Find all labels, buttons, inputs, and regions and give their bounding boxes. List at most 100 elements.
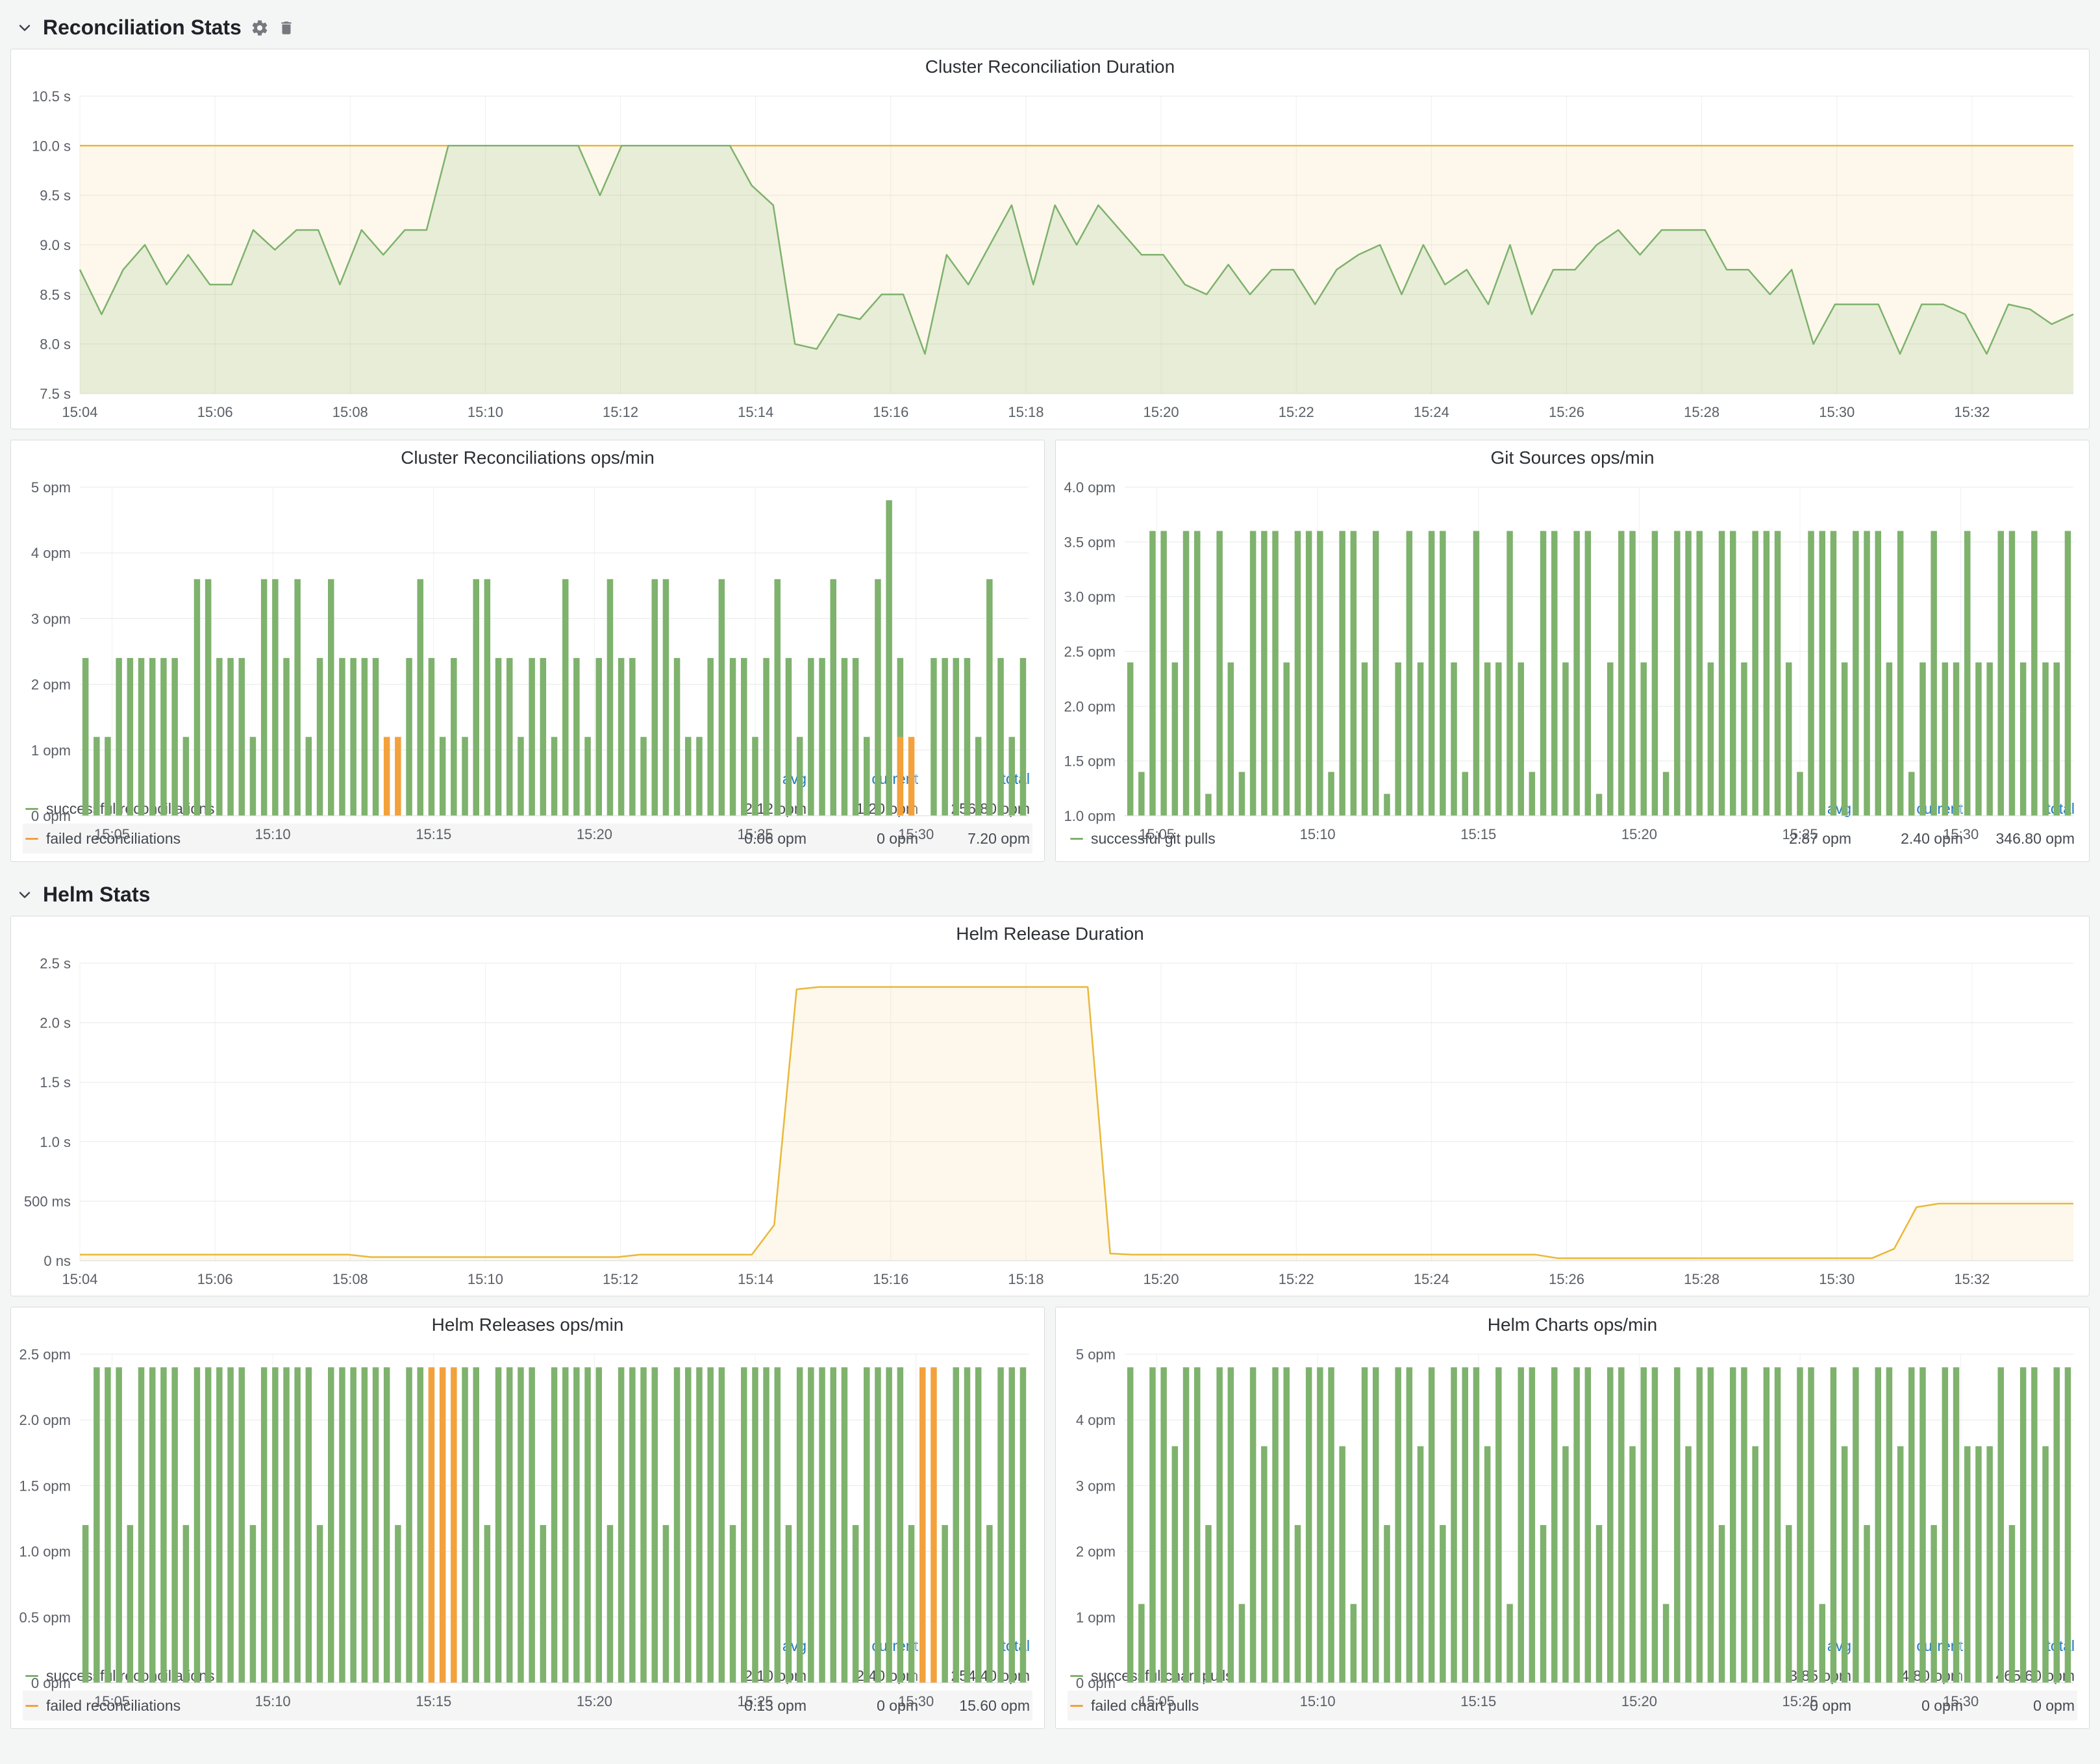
chart-cluster-reconciliations-opm[interactable]: 5 opm4 opm3 opm2 opm1 opm0 opm15:0515:10… [11, 475, 1044, 761]
svg-text:15:06: 15:06 [197, 404, 233, 420]
svg-text:0 ns: 0 ns [44, 1253, 71, 1269]
svg-text:4.0 opm: 4.0 opm [1064, 479, 1116, 496]
panel-title[interactable]: Git Sources ops/min [1056, 440, 2089, 475]
svg-text:4 opm: 4 opm [1076, 1412, 1116, 1428]
svg-text:15:30: 15:30 [1943, 826, 1979, 842]
svg-text:2.5 opm: 2.5 opm [19, 1346, 71, 1363]
svg-text:15:18: 15:18 [1008, 404, 1044, 420]
svg-text:15:06: 15:06 [197, 1271, 233, 1287]
svg-text:1.5 opm: 1.5 opm [1064, 753, 1116, 770]
row-duration: Cluster Reconciliation Duration 10.5 s10… [10, 49, 2090, 429]
svg-text:1 opm: 1 opm [1076, 1609, 1116, 1626]
svg-text:15:26: 15:26 [1549, 404, 1584, 420]
svg-text:2 opm: 2 opm [31, 677, 71, 693]
svg-text:15:30: 15:30 [1819, 404, 1855, 420]
svg-text:0 opm: 0 opm [31, 1675, 71, 1691]
svg-text:15:05: 15:05 [1139, 826, 1175, 842]
svg-text:15:05: 15:05 [94, 826, 130, 842]
svg-text:15:05: 15:05 [94, 1693, 130, 1709]
panel-cluster-reconciliation-duration: Cluster Reconciliation Duration 10.5 s10… [10, 49, 2090, 429]
svg-text:1.5 opm: 1.5 opm [19, 1478, 71, 1494]
panel-title[interactable]: Cluster Reconciliation Duration [11, 49, 2089, 84]
svg-text:0 opm: 0 opm [31, 808, 71, 824]
gear-icon[interactable] [251, 19, 269, 37]
svg-text:15:25: 15:25 [1782, 826, 1818, 842]
svg-text:7.5 s: 7.5 s [40, 386, 71, 402]
svg-text:15:24: 15:24 [1414, 404, 1449, 420]
svg-text:15:18: 15:18 [1008, 1271, 1044, 1287]
svg-text:0 opm: 0 opm [1076, 1675, 1116, 1691]
svg-text:15:10: 15:10 [468, 1271, 503, 1287]
svg-text:15:16: 15:16 [873, 404, 908, 420]
svg-text:4 opm: 4 opm [31, 545, 71, 561]
panel-title[interactable]: Helm Charts ops/min [1056, 1307, 2089, 1342]
svg-text:15:10: 15:10 [255, 1693, 291, 1709]
panel-helm-charts-opm: Helm Charts ops/min 5 opm4 opm3 opm2 opm… [1055, 1307, 2090, 1729]
svg-text:15:05: 15:05 [1139, 1693, 1175, 1709]
chart-cluster-reconciliation-duration[interactable]: 10.5 s 10.0 s 9.5 s 9.0 s 8.5 s 8.0 s 7.5 s 15:… [11, 84, 2089, 429]
svg-text:15:30: 15:30 [898, 1693, 934, 1709]
svg-text:2.0 s: 2.0 s [40, 1015, 71, 1031]
svg-text:8.0 s: 8.0 s [40, 336, 71, 353]
svg-text:1.5 s: 1.5 s [40, 1074, 71, 1090]
svg-text:15:20: 15:20 [1621, 1693, 1657, 1709]
chevron-down-icon[interactable] [16, 886, 34, 904]
svg-text:9.5 s: 9.5 s [40, 188, 71, 204]
chevron-down-icon[interactable] [16, 19, 34, 37]
svg-text:1.0 s: 1.0 s [40, 1134, 71, 1150]
svg-text:500 ms: 500 ms [24, 1193, 71, 1209]
svg-text:15:15: 15:15 [1460, 826, 1496, 842]
svg-text:15:04: 15:04 [62, 1271, 97, 1287]
svg-text:10.0 s: 10.0 s [32, 138, 71, 154]
svg-text:15:32: 15:32 [1954, 404, 1990, 420]
svg-text:2 opm: 2 opm [1076, 1544, 1116, 1560]
dashboard: Reconciliation Stats Cluster Reconciliat… [0, 0, 2100, 1755]
svg-text:15:10: 15:10 [468, 404, 503, 420]
svg-text:15:14: 15:14 [738, 1271, 773, 1287]
svg-text:15:20: 15:20 [577, 1693, 612, 1709]
svg-text:15:12: 15:12 [603, 1271, 638, 1287]
svg-text:15:30: 15:30 [1943, 1693, 1979, 1709]
svg-text:15:24: 15:24 [1414, 1271, 1449, 1287]
svg-text:9.0 s: 9.0 s [40, 237, 71, 253]
svg-text:15:10: 15:10 [1300, 1693, 1336, 1709]
panel-title[interactable]: Helm Releases ops/min [11, 1307, 1044, 1342]
svg-text:15:20: 15:20 [577, 826, 612, 842]
svg-text:15:20: 15:20 [1621, 826, 1657, 842]
svg-text:15:04: 15:04 [62, 404, 97, 420]
svg-text:3 opm: 3 opm [31, 611, 71, 627]
section-header-reconciliation-stats[interactable]: Reconciliation Stats [10, 5, 2090, 49]
svg-text:2.5 opm: 2.5 opm [1064, 644, 1116, 660]
svg-text:15:30: 15:30 [1819, 1271, 1855, 1287]
row-reconciliation-rates: Cluster Reconciliations ops/min 5 opm4 o… [10, 440, 2090, 862]
chart-helm-releases-opm[interactable]: 2.5 opm2.0 opm1.5 opm1.0 opm0.5 opm0 opm… [11, 1342, 1044, 1628]
svg-text:10.5 s: 10.5 s [32, 88, 71, 105]
svg-text:15:28: 15:28 [1684, 1271, 1719, 1287]
svg-text:2.0 opm: 2.0 opm [19, 1412, 71, 1428]
svg-text:15:25: 15:25 [738, 1693, 773, 1709]
svg-text:1.0 opm: 1.0 opm [1064, 808, 1116, 824]
svg-text:15:22: 15:22 [1279, 1271, 1314, 1287]
section-title: Reconciliation Stats [43, 16, 242, 40]
svg-text:15:10: 15:10 [255, 826, 291, 842]
row-helm-rates: Helm Releases ops/min 2.5 opm 2.0 opm 1.5 … [10, 1307, 2090, 1729]
trash-icon[interactable] [278, 19, 295, 36]
section-header-helm-stats[interactable]: Helm Stats [10, 872, 2090, 916]
svg-text:15:25: 15:25 [738, 826, 773, 842]
svg-text:8.5 s: 8.5 s [40, 286, 71, 303]
svg-text:15:22: 15:22 [1279, 404, 1314, 420]
panel-title[interactable]: Helm Release Duration [11, 916, 2089, 951]
chart-git-sources-opm[interactable]: 4.0 opm3.5 opm3.0 opm2.5 opm2.0 opm1.5 o… [1056, 475, 2089, 791]
panel-title[interactable]: Cluster Reconciliations ops/min [11, 440, 1044, 475]
svg-text:15:08: 15:08 [332, 404, 368, 420]
svg-text:15:10: 15:10 [1300, 826, 1336, 842]
chart-helm-release-duration[interactable]: 2.5 s 2.0 s 1.5 s 1.0 s 500 ms 0 ns 15:04 15:06… [11, 951, 2089, 1296]
svg-text:0.5 opm: 0.5 opm [19, 1609, 71, 1626]
svg-text:2.5 s: 2.5 s [40, 955, 71, 972]
svg-text:3.5 opm: 3.5 opm [1064, 534, 1116, 550]
panel-git-sources-opm: Git Sources ops/min 4.0 opm3.5 opm3.0 op… [1055, 440, 2090, 862]
section-title: Helm Stats [43, 883, 150, 907]
row-helm-duration: Helm Release Duration 2.5 s 2.0 s 1.5 s 1.0… [10, 916, 2090, 1296]
chart-helm-charts-opm[interactable]: 5 opm4 opm3 opm2 opm1 opm0 opm15:0515:10… [1056, 1342, 2089, 1628]
svg-text:15:15: 15:15 [1460, 1693, 1496, 1709]
